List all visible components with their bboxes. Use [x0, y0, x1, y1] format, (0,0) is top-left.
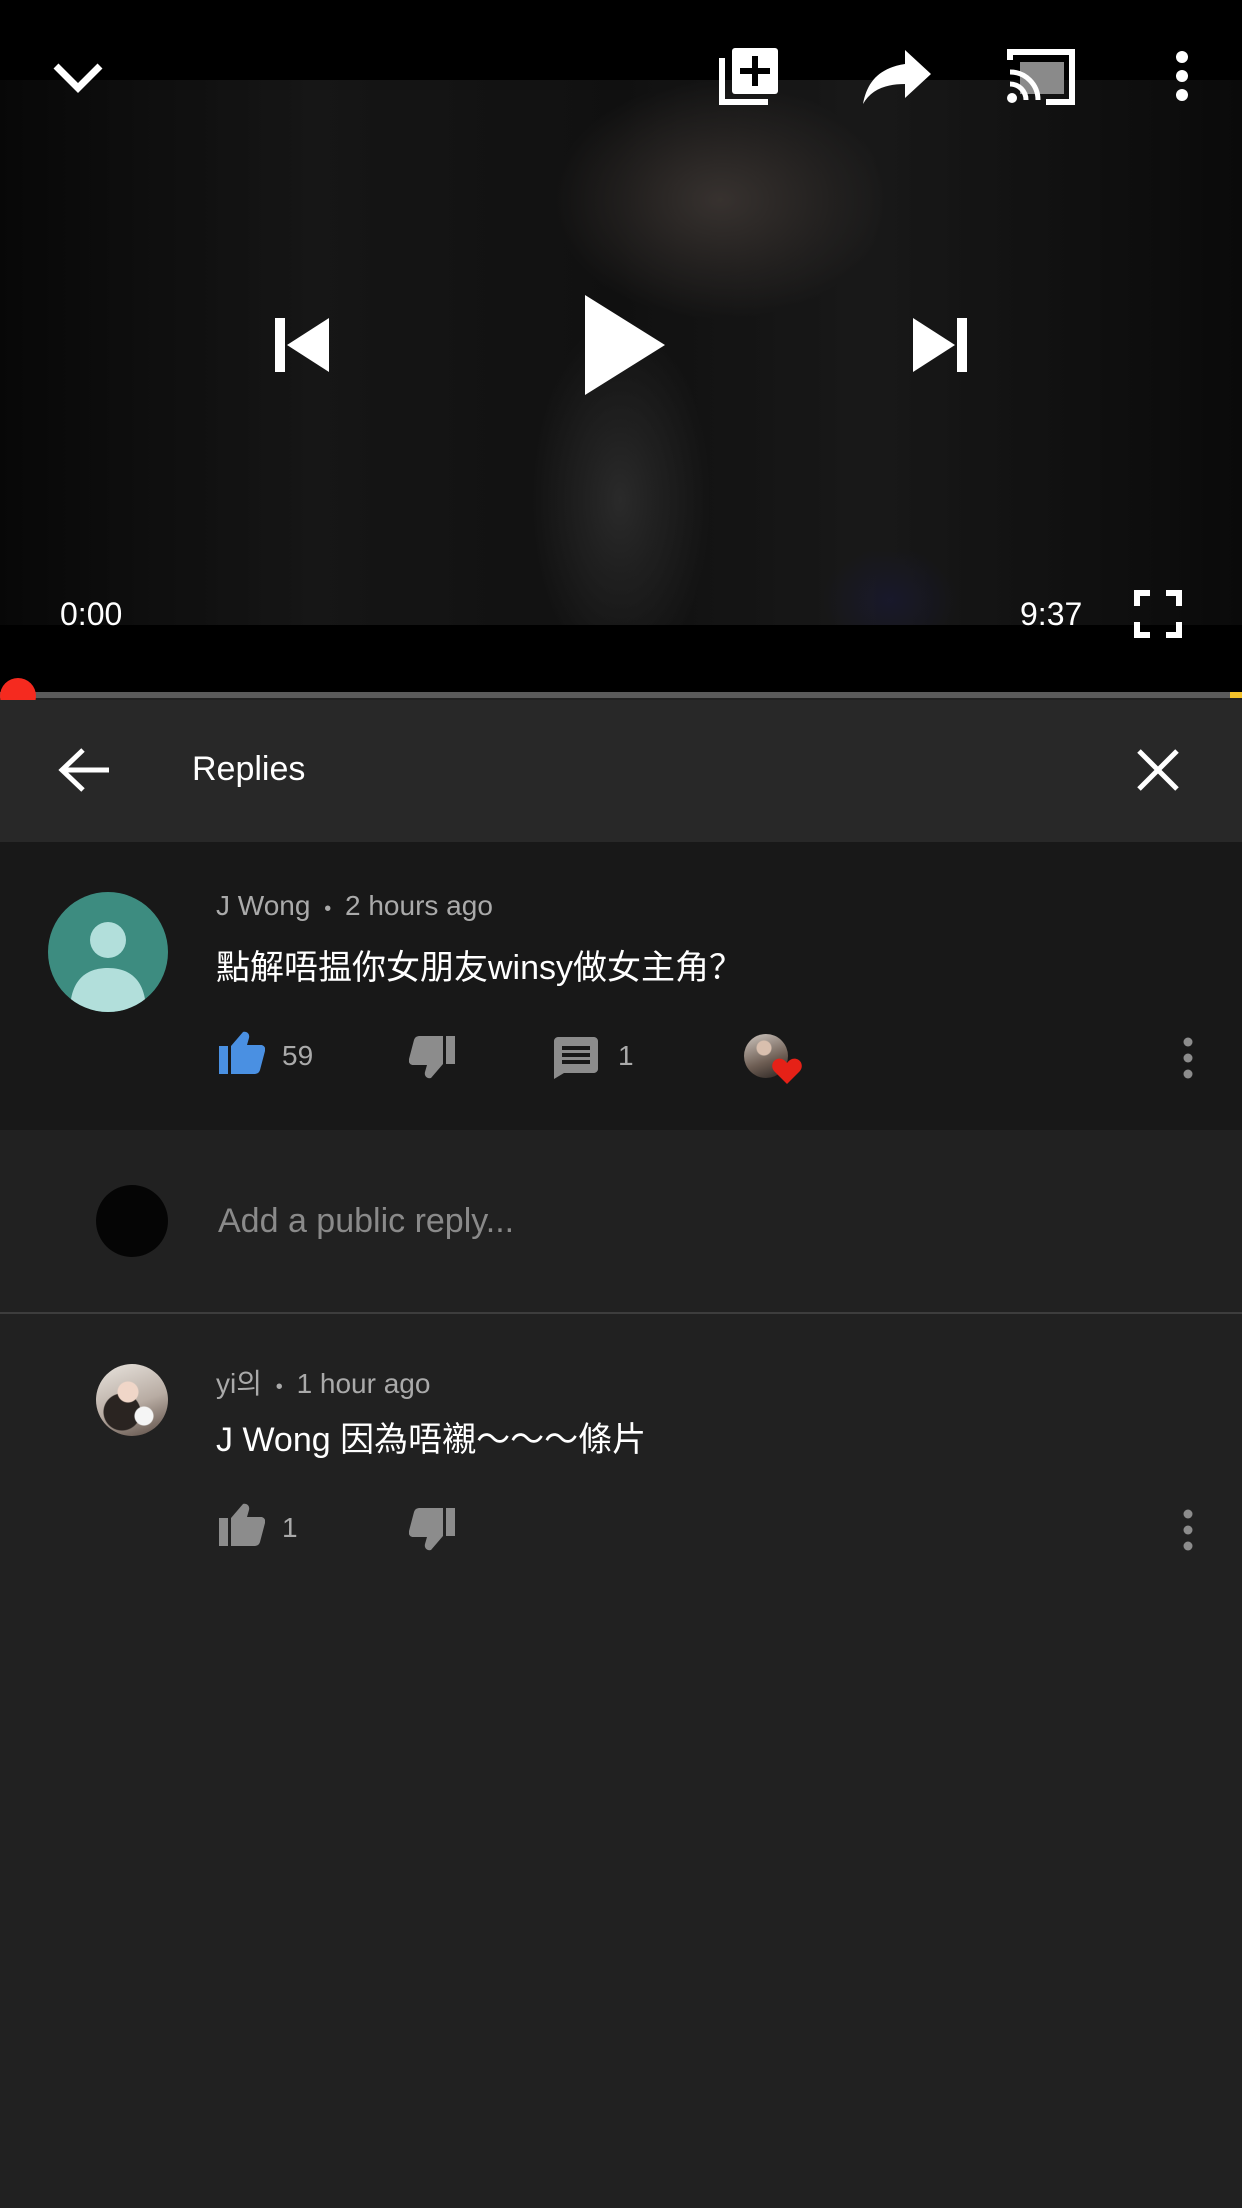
close-button[interactable] — [1118, 730, 1198, 810]
default-avatar-icon — [70, 922, 146, 1012]
share-icon — [863, 50, 931, 104]
minimize-icon — [53, 63, 103, 93]
comment-meta: J Wong • 2 hours ago — [216, 890, 493, 922]
reply-input[interactable] — [216, 1190, 1180, 1252]
meta-separator: • — [324, 898, 332, 920]
video-player[interactable]: 0:00 9:37 — [0, 0, 1242, 696]
progress-bar[interactable] — [0, 692, 1242, 698]
play-button[interactable] — [570, 290, 680, 400]
duration: 9:37 — [1020, 596, 1083, 632]
reply-count: 1 — [618, 1040, 634, 1071]
more-vert-icon — [1176, 51, 1188, 101]
fullscreen-icon — [1134, 590, 1182, 638]
parent-comment: J Wong • 2 hours ago 點解唔揾你女朋友winsy做女主角？ … — [0, 842, 1242, 1130]
next-button[interactable] — [900, 305, 980, 385]
dislike-button[interactable] — [402, 1028, 462, 1088]
add-to-playlist-icon — [719, 48, 778, 105]
back-button[interactable] — [44, 730, 124, 810]
cast-button[interactable] — [996, 36, 1086, 116]
back-arrow-icon — [58, 748, 109, 792]
comment-time: 2 hours ago — [345, 890, 493, 921]
thumb-up-icon — [219, 1503, 265, 1546]
avatar[interactable] — [48, 892, 168, 1012]
next-icon — [913, 318, 967, 372]
reply-composer — [0, 1130, 1242, 1314]
progress-buffer-marker — [1230, 692, 1242, 698]
avatar[interactable] — [96, 1364, 168, 1436]
comment-more-button[interactable] — [1166, 1500, 1210, 1560]
like-count: 59 — [282, 1040, 314, 1071]
heart-icon — [772, 1058, 802, 1084]
previous-icon — [275, 318, 329, 372]
creator-heart-badge — [744, 1034, 804, 1086]
minimize-button[interactable] — [38, 36, 118, 116]
comment-text: J Wong 因為唔襯～～～條片 — [216, 1421, 647, 1459]
reply-button[interactable] — [546, 1028, 606, 1088]
dislike-button[interactable] — [402, 1500, 462, 1560]
thumb-down-icon — [409, 1036, 455, 1079]
comment-author[interactable]: J Wong — [216, 890, 310, 921]
reply-comment: yi의 • 1 hour ago J Wong 因為唔襯～～～條片 1 — [0, 1314, 1242, 1564]
comment-text: 點解唔揾你女朋友winsy做女主角？ — [216, 949, 744, 987]
replies-title: Replies — [192, 750, 306, 788]
comment-time: 1 hour ago — [296, 1368, 431, 1399]
more-options-button[interactable] — [1142, 36, 1222, 116]
replies-header: Replies — [0, 700, 1242, 842]
meta-separator: • — [275, 1376, 283, 1398]
close-icon — [1137, 749, 1179, 791]
add-to-playlist-button[interactable] — [710, 36, 790, 116]
share-button[interactable] — [852, 36, 942, 116]
fullscreen-button[interactable] — [1118, 574, 1198, 654]
current-time: 0:00 — [60, 596, 123, 632]
like-button[interactable] — [212, 1494, 272, 1554]
comment-meta: yi의 • 1 hour ago — [216, 1362, 430, 1402]
more-vert-icon — [1183, 1037, 1193, 1079]
comment-icon — [554, 1037, 598, 1079]
like-count: 1 — [282, 1512, 298, 1543]
avatar — [96, 1185, 168, 1257]
like-button[interactable] — [212, 1022, 272, 1082]
comment-author[interactable]: yi의 — [216, 1368, 262, 1399]
cast-icon — [1007, 49, 1075, 105]
more-vert-icon — [1183, 1509, 1193, 1551]
previous-button[interactable] — [262, 305, 342, 385]
thumb-down-icon — [409, 1508, 455, 1551]
comment-more-button[interactable] — [1166, 1028, 1210, 1088]
thumb-up-icon — [219, 1031, 265, 1074]
play-icon — [585, 295, 665, 395]
